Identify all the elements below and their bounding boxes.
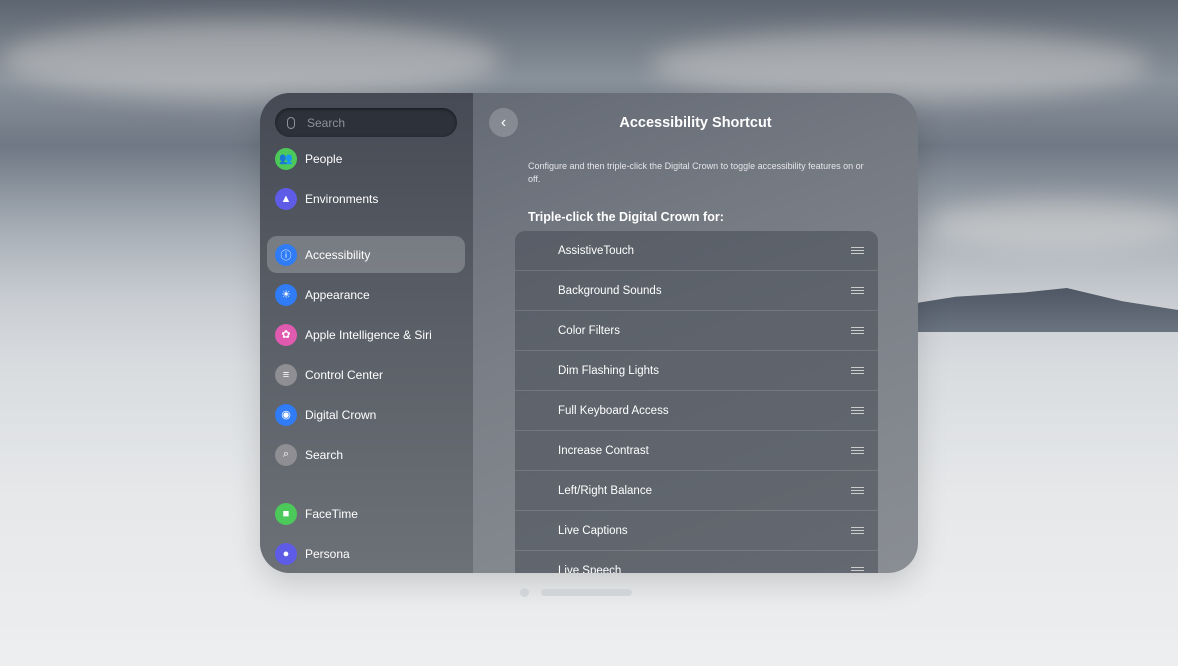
sidebar: Search 👥 People ▲ Environments ⓘ Accessibilit…	[260, 93, 473, 573]
cloud	[650, 30, 1150, 100]
list-item-label: Full Keyboard Access	[558, 404, 669, 417]
reorder-handle-icon[interactable]	[851, 287, 864, 294]
window-controls	[520, 588, 632, 597]
list-item[interactable]: AssistiveTouch	[515, 231, 878, 271]
reorder-handle-icon[interactable]	[851, 527, 864, 534]
crown-icon: ◉	[275, 403, 297, 426]
list-item-label: Background Sounds	[558, 284, 662, 297]
people-icon: 👥	[275, 147, 297, 170]
list-item-label: Left/Right Balance	[558, 484, 652, 497]
persona-icon: ●	[275, 542, 297, 565]
accessibility-icon: ⓘ	[275, 243, 297, 266]
toggles-icon: ≡	[275, 363, 297, 386]
list-item[interactable]: Background Sounds	[515, 271, 878, 311]
cloud	[0, 20, 500, 100]
siri-icon: ✿	[275, 323, 297, 346]
reorder-handle-icon[interactable]	[851, 407, 864, 414]
mountains	[900, 288, 1178, 332]
reorder-handle-icon[interactable]	[851, 487, 864, 494]
list-item[interactable]: Increase Contrast	[515, 431, 878, 471]
sidebar-item-label: Digital Crown	[305, 407, 377, 422]
reorder-handle-icon[interactable]	[851, 567, 864, 573]
sidebar-item-search[interactable]: ⌕ Search	[267, 436, 465, 473]
shortcut-list: AssistiveTouch Background Sounds Color Fil…	[515, 231, 878, 573]
magnifier-icon: ⌕	[275, 443, 297, 466]
sidebar-item-label: Search	[305, 447, 344, 462]
list-item[interactable]: Left/Right Balance	[515, 471, 878, 511]
list-item-label: Live Speech	[558, 564, 622, 574]
settings-window: Search 👥 People ▲ Environments ⓘ Accessibilit…	[260, 93, 918, 573]
mountain-icon: ▲	[275, 187, 297, 210]
sidebar-item-label: Apple Intelligence & Siri	[305, 327, 432, 342]
sidebar-item-appearance[interactable]: ☀ Appearance	[267, 276, 465, 313]
video-icon: ■	[275, 502, 297, 525]
search-field[interactable]: Search	[275, 108, 457, 137]
list-item-label: AssistiveTouch	[558, 244, 635, 257]
sidebar-item-digital-crown[interactable]: ◉ Digital Crown	[267, 396, 465, 433]
list-item[interactable]: Live Speech	[515, 551, 878, 573]
sidebar-item-label: FaceTime	[305, 506, 358, 521]
list-item[interactable]: Color Filters	[515, 311, 878, 351]
list-item-label: Live Captions	[558, 524, 628, 537]
sidebar-item-control-center[interactable]: ≡ Control Center	[267, 356, 465, 393]
sidebar-item-apple-intelligence-siri[interactable]: ✿ Apple Intelligence & Siri	[267, 316, 465, 353]
list-item-label: Dim Flashing Lights	[558, 364, 659, 377]
description: Configure and then triple-click the Digi…	[528, 161, 864, 184]
sidebar-item-label: Control Center	[305, 367, 384, 382]
sidebar-item-label: Accessibility	[305, 247, 371, 262]
microphone-icon[interactable]	[287, 116, 295, 129]
reorder-handle-icon[interactable]	[851, 367, 864, 374]
list-item[interactable]: Full Keyboard Access	[515, 391, 878, 431]
search-placeholder: Search	[307, 115, 346, 130]
list-item[interactable]: Live Captions	[515, 511, 878, 551]
list-item[interactable]: Dim Flashing Lights	[515, 351, 878, 391]
page-title: Accessibility Shortcut	[619, 115, 772, 131]
sidebar-item-accessibility[interactable]: ⓘ Accessibility	[267, 236, 465, 273]
sidebar-item-label: Environments	[305, 191, 379, 206]
sidebar-item-label: Persona	[305, 546, 350, 561]
section-header: Triple-click the Digital Crown for:	[528, 210, 724, 224]
sidebar-item-persona[interactable]: ● Persona	[267, 535, 465, 572]
reorder-handle-icon[interactable]	[851, 447, 864, 454]
sidebar-item-label: Appearance	[305, 287, 370, 302]
cloud	[930, 200, 1178, 250]
window-grabber[interactable]	[541, 589, 632, 596]
list-item-label: Color Filters	[558, 324, 620, 337]
sidebar-item-label: People	[305, 151, 343, 166]
close-dot[interactable]	[520, 588, 529, 597]
detail-pane: ‹ Accessibility Shortcut Configure and t…	[473, 93, 918, 573]
list-item-label: Increase Contrast	[558, 444, 649, 457]
sun-icon: ☀	[275, 283, 297, 306]
sidebar-item-facetime[interactable]: ■ FaceTime	[267, 495, 465, 532]
reorder-handle-icon[interactable]	[851, 247, 864, 254]
reorder-handle-icon[interactable]	[851, 327, 864, 334]
sidebar-item-people[interactable]: 👥 People	[267, 140, 465, 177]
sidebar-item-environments[interactable]: ▲ Environments	[267, 180, 465, 217]
